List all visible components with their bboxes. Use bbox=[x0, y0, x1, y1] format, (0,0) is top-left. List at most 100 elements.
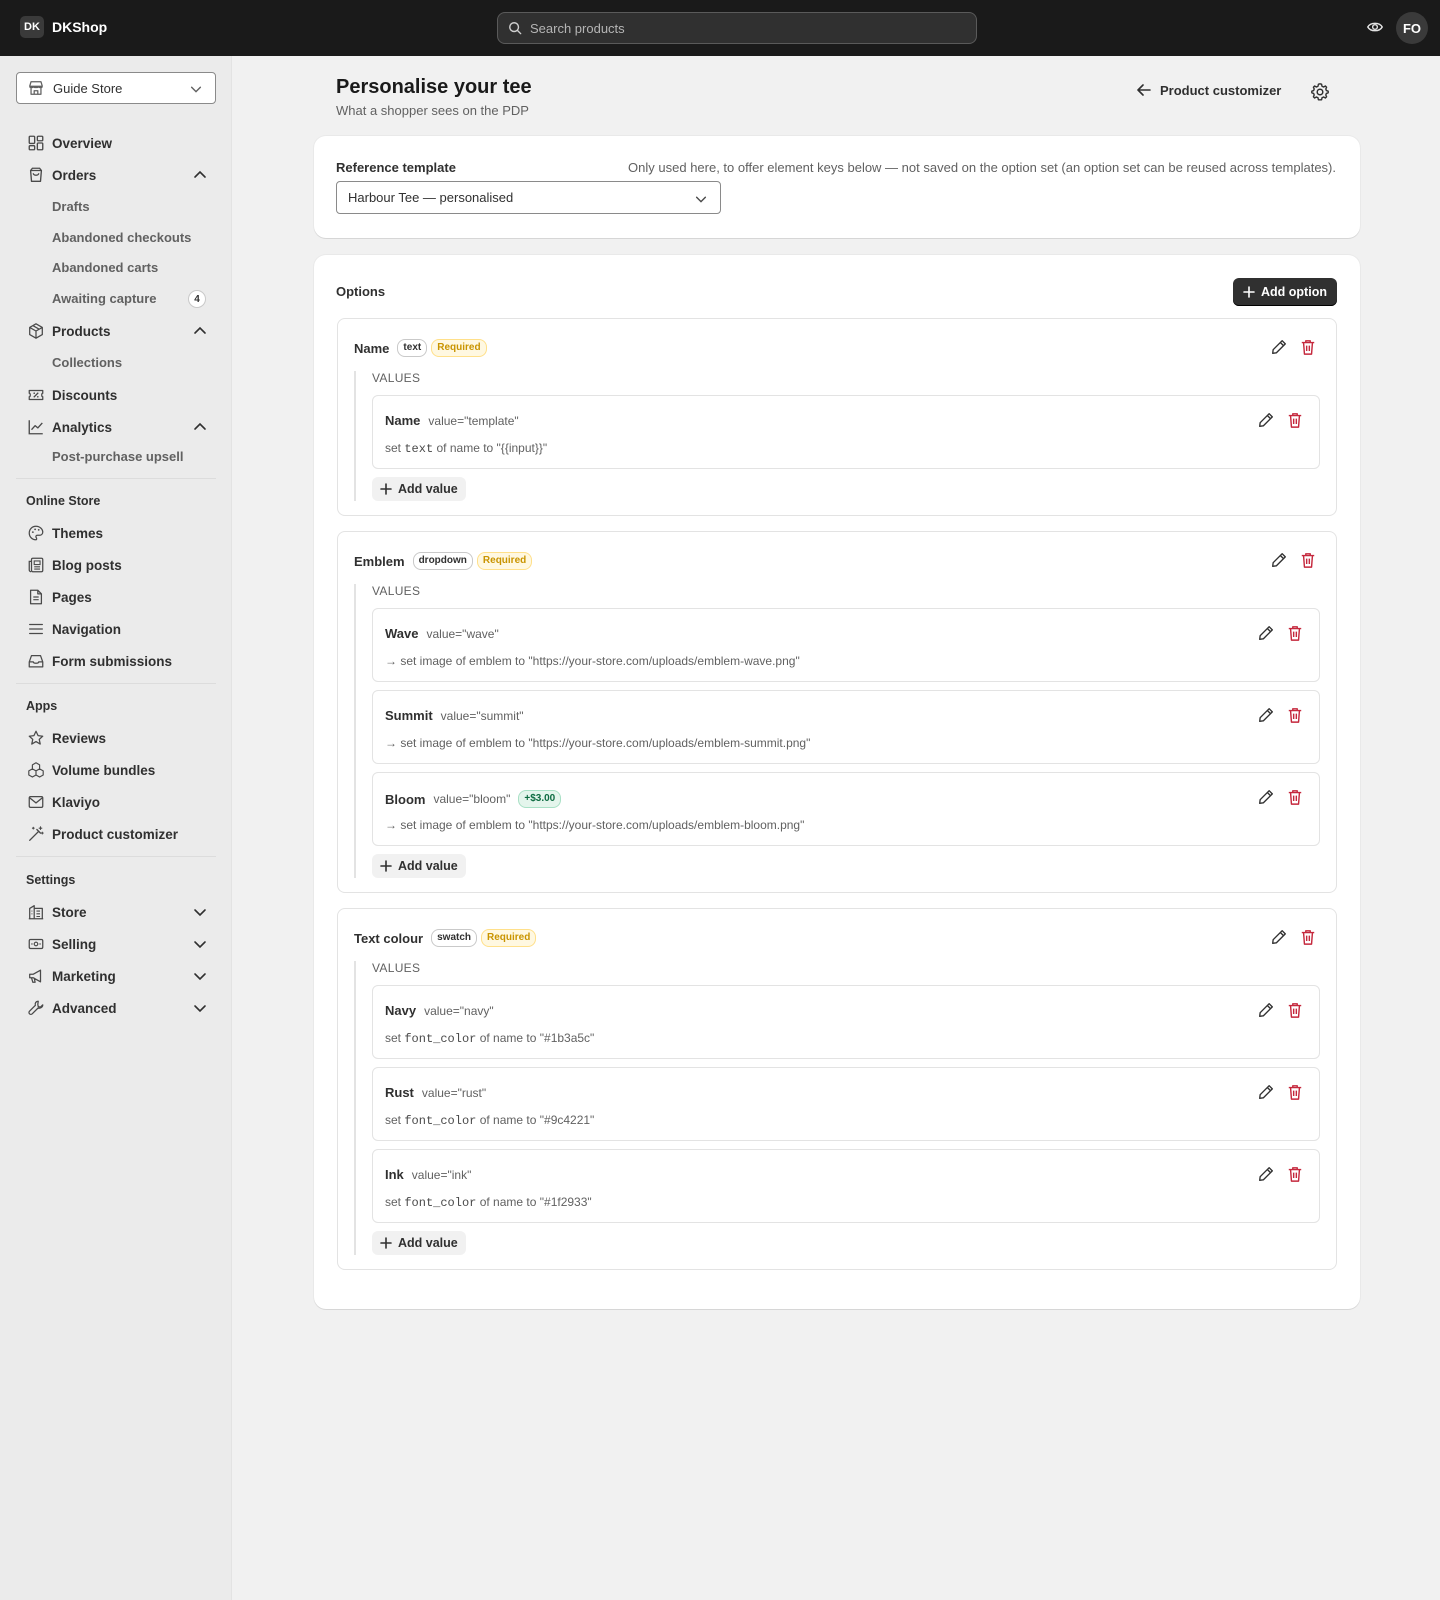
sidebar-item-label: Discounts bbox=[52, 387, 118, 403]
sidebar-item-label: Volume bundles bbox=[52, 762, 156, 778]
edit-value-button[interactable] bbox=[1257, 624, 1275, 645]
back-link-label: Product customizer bbox=[1160, 82, 1282, 98]
trash-icon bbox=[1288, 1085, 1302, 1100]
edit-value-button[interactable] bbox=[1257, 1083, 1275, 1104]
action-text: to "#1b3a5c" bbox=[523, 1031, 595, 1045]
add-value-button[interactable]: Add value bbox=[372, 1231, 466, 1255]
chevron-up-icon[interactable] bbox=[192, 323, 208, 339]
sidebar-item-volume-bundles[interactable]: Volume bundles bbox=[26, 759, 206, 781]
divider bbox=[16, 478, 216, 479]
add-value-button[interactable]: Add value bbox=[372, 477, 466, 501]
trash-icon bbox=[1288, 1167, 1302, 1182]
add-value-button[interactable]: Add value bbox=[372, 854, 466, 878]
pencil-icon bbox=[1259, 708, 1273, 722]
sidebar-item-products[interactable]: Products bbox=[26, 320, 206, 342]
sidebar-item-overview[interactable]: Overview bbox=[26, 132, 206, 154]
brand-name[interactable]: DKShop bbox=[52, 19, 107, 35]
value-card: Bloom value="bloom" +$3.00 → set image o… bbox=[372, 772, 1320, 846]
sidebar-item-orders[interactable]: Orders bbox=[26, 164, 206, 186]
sidebar-item-form-submissions[interactable]: Form submissions bbox=[26, 650, 206, 672]
action-target: name bbox=[493, 1031, 524, 1045]
add-value-label: Add value bbox=[398, 1236, 458, 1250]
value-key: value="wave" bbox=[426, 626, 499, 641]
sidebar-item-product-customizer[interactable]: Product customizer bbox=[26, 823, 206, 845]
sidebar-item-collections[interactable]: Collections bbox=[52, 355, 122, 370]
delete-option-button[interactable] bbox=[1300, 338, 1316, 359]
delete-option-button[interactable] bbox=[1300, 551, 1316, 572]
page-subtitle: What a shopper sees on the PDP bbox=[336, 103, 529, 118]
discounts-icon bbox=[28, 389, 44, 401]
sidebar-item-klaviyo[interactable]: Klaviyo bbox=[26, 791, 206, 813]
delete-value-button[interactable] bbox=[1287, 1001, 1303, 1022]
store-selector-label: Guide Store bbox=[53, 80, 123, 96]
top-bar: DK DKShop FO bbox=[0, 0, 1440, 56]
sidebar-item-label: Orders bbox=[52, 167, 97, 183]
avatar[interactable]: FO bbox=[1396, 12, 1428, 44]
store-selector[interactable]: Guide Store bbox=[16, 72, 216, 104]
delete-value-button[interactable] bbox=[1287, 411, 1303, 432]
delete-value-button[interactable] bbox=[1287, 624, 1303, 645]
sidebar-item-awaiting-capture[interactable]: Awaiting capture bbox=[52, 291, 157, 306]
sidebar-item-label: Themes bbox=[52, 525, 104, 541]
search-box[interactable] bbox=[497, 12, 977, 44]
delete-option-button[interactable] bbox=[1300, 928, 1316, 949]
trash-icon bbox=[1288, 413, 1302, 428]
edit-value-button[interactable] bbox=[1257, 1001, 1275, 1022]
delete-value-button[interactable] bbox=[1287, 788, 1303, 809]
edit-value-button[interactable] bbox=[1257, 788, 1275, 809]
sidebar-item-drafts[interactable]: Drafts bbox=[52, 199, 90, 214]
eye-icon[interactable] bbox=[1366, 18, 1384, 36]
edit-value-button[interactable] bbox=[1257, 411, 1275, 432]
value-key: value="navy" bbox=[424, 1003, 494, 1018]
sidebar-item-reviews[interactable]: Reviews bbox=[26, 727, 206, 749]
edit-option-button[interactable] bbox=[1270, 551, 1288, 572]
sidebar-item-navigation[interactable]: Navigation bbox=[26, 618, 206, 640]
edit-value-button[interactable] bbox=[1257, 1165, 1275, 1186]
sidebar-item-label: Analytics bbox=[52, 419, 113, 435]
option-card: Emblem dropdown Required VALUES Wave val… bbox=[337, 531, 1337, 893]
sidebar-item-selling[interactable]: Selling bbox=[26, 933, 206, 955]
value-action: set font_color of name to "#9c4221" bbox=[385, 1113, 594, 1128]
sidebar-item-marketing[interactable]: Marketing bbox=[26, 965, 206, 987]
edit-option-button[interactable] bbox=[1270, 928, 1288, 949]
sidebar-item-analytics[interactable]: Analytics bbox=[26, 416, 206, 438]
sidebar-item-themes[interactable]: Themes bbox=[26, 522, 206, 544]
magic-wand-icon bbox=[29, 826, 44, 841]
trash-icon bbox=[1288, 708, 1302, 723]
sidebar-item-store[interactable]: Store bbox=[26, 901, 206, 923]
money-icon bbox=[28, 938, 44, 950]
sidebar-item-abandoned-carts[interactable]: Abandoned carts bbox=[52, 260, 158, 275]
value-name: Rust bbox=[385, 1085, 414, 1100]
chevron-down-icon[interactable] bbox=[192, 968, 208, 984]
chevron-up-icon[interactable] bbox=[192, 167, 208, 183]
value-action: set font_color of name to "#1f2933" bbox=[385, 1195, 592, 1210]
inbox-icon bbox=[28, 654, 44, 668]
sidebar-item-advanced[interactable]: Advanced bbox=[26, 997, 206, 1019]
option-type-badge: dropdown bbox=[412, 552, 473, 570]
edit-value-button[interactable] bbox=[1257, 706, 1275, 727]
search-input[interactable] bbox=[530, 20, 950, 36]
back-to-product-customizer-link[interactable]: Product customizer bbox=[1136, 82, 1281, 98]
sidebar-item-blog-posts[interactable]: Blog posts bbox=[26, 554, 206, 576]
menu-icon bbox=[29, 623, 43, 635]
sidebar-item-pages[interactable]: Pages bbox=[26, 586, 206, 608]
delete-value-button[interactable] bbox=[1287, 1083, 1303, 1104]
sidebar-item-discounts[interactable]: Discounts bbox=[26, 384, 206, 406]
edit-option-button[interactable] bbox=[1270, 338, 1288, 359]
sidebar-item-label: Reviews bbox=[52, 730, 107, 746]
delete-value-button[interactable] bbox=[1287, 1165, 1303, 1186]
logo[interactable]: DK bbox=[20, 16, 44, 38]
gear-icon[interactable] bbox=[1310, 82, 1330, 102]
add-option-button[interactable]: Add option bbox=[1233, 278, 1337, 306]
chevron-down-icon[interactable] bbox=[192, 904, 208, 920]
chevron-up-icon[interactable] bbox=[192, 419, 208, 435]
sidebar-item-post-purchase-upsell[interactable]: Post-purchase upsell bbox=[52, 449, 183, 464]
chevron-down-icon[interactable] bbox=[192, 1000, 208, 1016]
sidebar-item-abandoned-checkouts[interactable]: Abandoned checkouts bbox=[52, 230, 191, 245]
reference-template-select[interactable]: Harbour Tee — personalised bbox=[336, 181, 721, 214]
delete-value-button[interactable] bbox=[1287, 706, 1303, 727]
chevron-down-icon[interactable] bbox=[192, 936, 208, 952]
bundles-icon bbox=[28, 762, 44, 778]
values-section: VALUES Name value="template" set text of… bbox=[354, 371, 1320, 501]
reference-template-help: Only used here, to offer element keys be… bbox=[628, 160, 1336, 175]
